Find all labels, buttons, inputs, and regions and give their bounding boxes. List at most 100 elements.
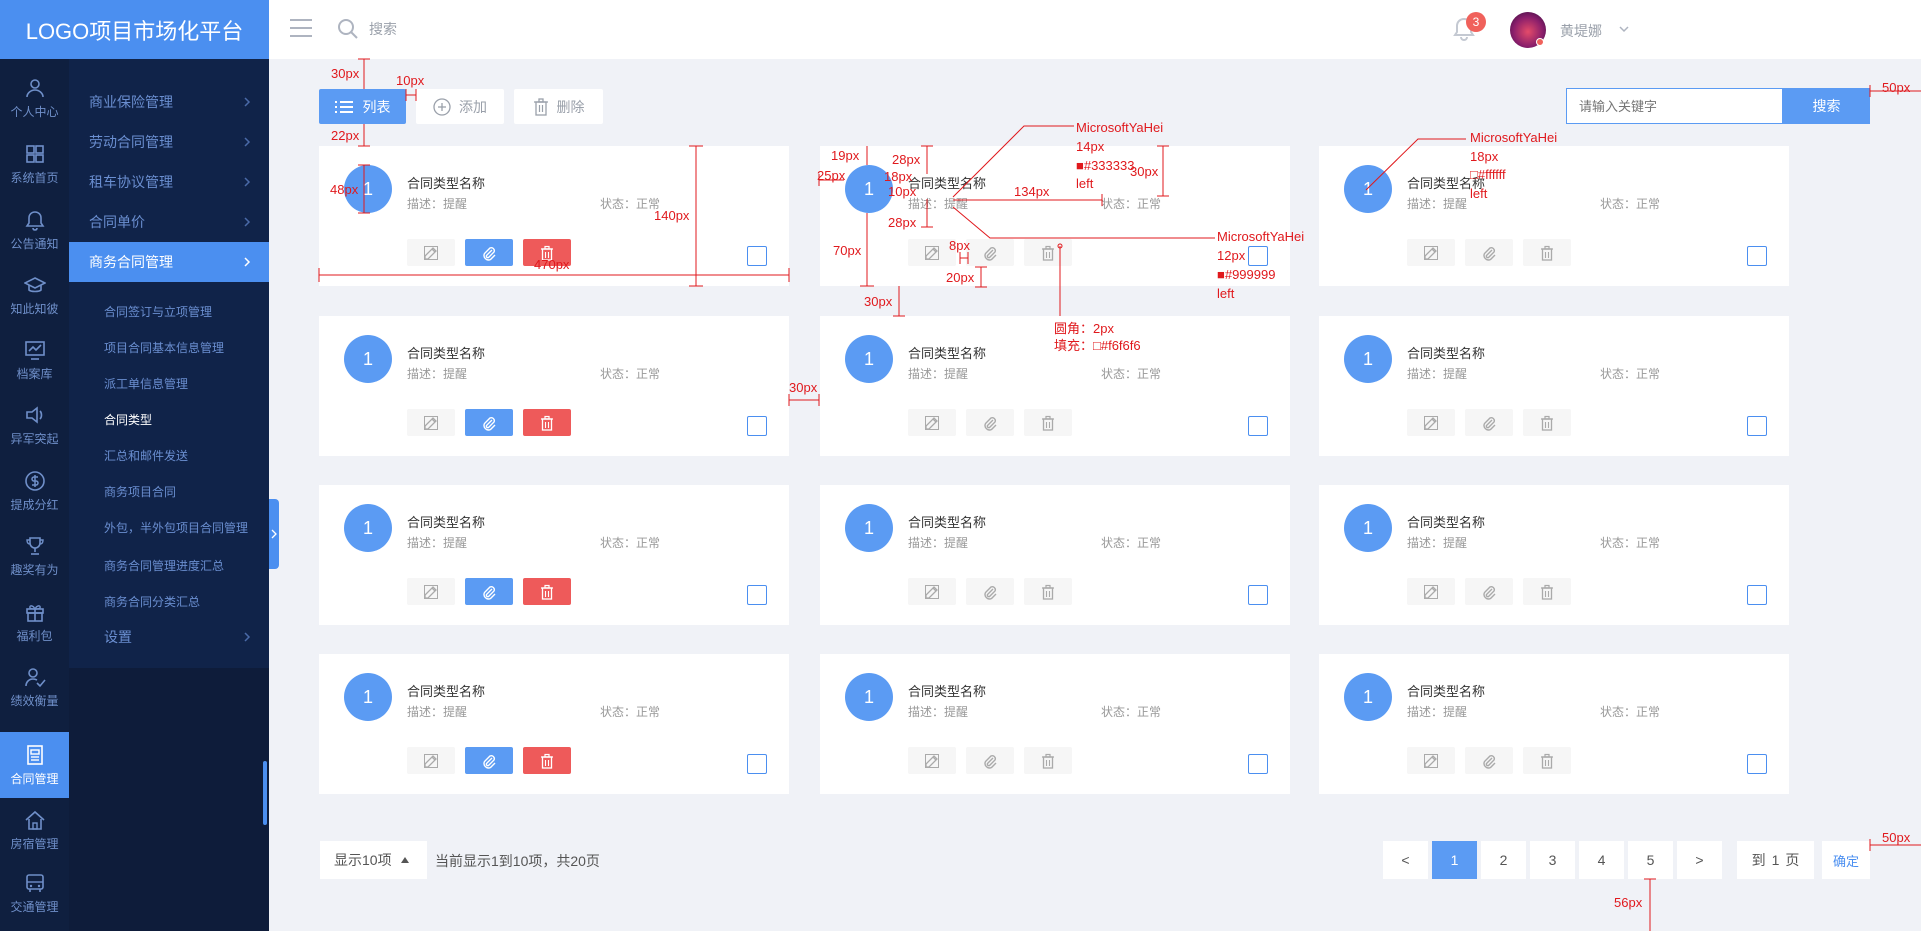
sidebar-collapse-handle[interactable] (269, 499, 279, 569)
subnav-item-business-contract[interactable]: 商务合同管理 (69, 242, 269, 282)
edit-button[interactable] (407, 239, 455, 266)
nav-item-11[interactable]: 房宿管理 (0, 797, 69, 863)
nav-item-10[interactable]: 合同管理 (0, 732, 69, 798)
attach-button[interactable] (465, 578, 513, 605)
delete-card-button[interactable] (1024, 747, 1072, 774)
delete-card-button[interactable] (1024, 409, 1072, 436)
search-icon[interactable] (337, 18, 359, 40)
brand-logo[interactable]: LOGO项目市场化平台 (0, 0, 269, 59)
subnav-item[interactable]: 合同单价 (69, 202, 269, 242)
username[interactable]: 黄堤娜 (1560, 21, 1602, 41)
contract-type-card[interactable]: 1 合同类型名称 描述：提醒 状态：正常 (820, 654, 1290, 794)
edit-button[interactable] (908, 578, 956, 605)
card-select-checkbox[interactable] (1747, 246, 1767, 266)
delete-card-button[interactable] (523, 409, 571, 436)
contract-type-card[interactable]: 1 合同类型名称 描述：提醒 状态：正常 (319, 316, 789, 456)
edit-button[interactable] (1407, 747, 1455, 774)
contract-type-card[interactable]: 1 合同类型名称 描述：提醒 状态：正常 (1319, 146, 1789, 286)
card-select-checkbox[interactable] (1747, 416, 1767, 436)
attach-button[interactable] (966, 747, 1014, 774)
delete-card-button[interactable] (1024, 239, 1072, 266)
attach-button[interactable] (465, 747, 513, 774)
contract-type-card[interactable]: 1 合同类型名称 描述：提醒 状态：正常 (1319, 316, 1789, 456)
nav-item-12[interactable]: 交通管理 (0, 860, 69, 926)
keyword-search-input[interactable] (1566, 88, 1783, 124)
subnav-child[interactable]: 商务合同分类汇总 (69, 583, 269, 619)
nav-item-5[interactable]: 异军突起 (0, 392, 69, 458)
page-button[interactable]: 4 (1579, 841, 1624, 879)
prev-page-button[interactable]: < (1383, 841, 1428, 879)
delete-card-button[interactable] (1523, 747, 1571, 774)
sidebar-scroll-indicator[interactable] (263, 761, 267, 825)
edit-button[interactable] (1407, 578, 1455, 605)
subnav-child[interactable]: 商务项目合同 (69, 473, 269, 509)
attach-button[interactable] (465, 409, 513, 436)
subnav-settings[interactable]: 设置 (69, 617, 269, 657)
attach-button[interactable] (1465, 747, 1513, 774)
contract-type-card[interactable]: 1 合同类型名称 描述：提醒 状态：正常 (820, 316, 1290, 456)
edit-button[interactable] (908, 409, 956, 436)
edit-button[interactable] (908, 747, 956, 774)
subnav-child[interactable]: 汇总和邮件发送 (69, 437, 269, 473)
card-select-checkbox[interactable] (747, 416, 767, 436)
nav-item-3[interactable]: 知此知彼 (0, 262, 69, 328)
subnav-child[interactable]: 合同签订与立项管理 (69, 293, 269, 329)
delete-card-button[interactable] (1024, 578, 1072, 605)
card-select-checkbox[interactable] (1248, 585, 1268, 605)
card-select-checkbox[interactable] (747, 754, 767, 774)
card-select-checkbox[interactable] (747, 585, 767, 605)
delete-card-button[interactable] (1523, 578, 1571, 605)
card-select-checkbox[interactable] (1747, 754, 1767, 774)
nav-item-1[interactable]: 系统首页 (0, 131, 69, 197)
card-select-checkbox[interactable] (1248, 416, 1268, 436)
card-select-checkbox[interactable] (747, 246, 767, 266)
nav-item-8[interactable]: 福利包 (0, 589, 69, 655)
subnav-item[interactable]: 商业保险管理 (69, 82, 269, 122)
card-select-checkbox[interactable] (1747, 585, 1767, 605)
nav-item-4[interactable]: 档案库 (0, 327, 69, 393)
add-button[interactable]: 添加 (416, 89, 504, 124)
page-button[interactable]: 3 (1530, 841, 1575, 879)
nav-item-7[interactable]: 趣奖有为 (0, 523, 69, 589)
page-button[interactable]: 5 (1628, 841, 1673, 879)
delete-button[interactable]: 删除 (514, 89, 603, 124)
contract-type-card[interactable]: 1 合同类型名称 描述：提醒 状态：正常 (319, 485, 789, 625)
hamburger-menu-icon[interactable] (290, 19, 312, 39)
subnav-item[interactable]: 劳动合同管理 (69, 122, 269, 162)
next-page-button[interactable]: > (1677, 841, 1722, 879)
nav-item-0[interactable]: 个人中心 (0, 65, 69, 131)
goto-confirm-button[interactable]: 确定 (1822, 841, 1870, 879)
delete-card-button[interactable] (1523, 409, 1571, 436)
attach-button[interactable] (1465, 578, 1513, 605)
subnav-child[interactable]: 外包，半外包项目合同管理 (69, 509, 269, 545)
subnav-child-current[interactable]: 合同类型 (69, 401, 269, 437)
contract-type-card[interactable]: 1 合同类型名称 描述：提醒 状态：正常 (820, 485, 1290, 625)
subnav-item[interactable]: 租车协议管理 (69, 162, 269, 202)
attach-button[interactable] (465, 239, 513, 266)
subnav-child[interactable]: 项目合同基本信息管理 (69, 329, 269, 365)
edit-button[interactable] (407, 409, 455, 436)
attach-button[interactable] (966, 239, 1014, 266)
delete-card-button[interactable] (523, 578, 571, 605)
attach-button[interactable] (1465, 409, 1513, 436)
page-button[interactable]: 2 (1481, 841, 1526, 879)
subnav-child[interactable]: 派工单信息管理 (69, 365, 269, 401)
edit-button[interactable] (407, 578, 455, 605)
card-select-checkbox[interactable] (1248, 754, 1268, 774)
nav-item-6[interactable]: 提成分红 (0, 458, 69, 524)
nav-item-9[interactable]: 绩效衡量 (0, 654, 69, 720)
edit-button[interactable] (407, 747, 455, 774)
delete-card-button[interactable] (1523, 239, 1571, 266)
subnav-child[interactable]: 商务合同管理进度汇总 (69, 547, 269, 583)
card-select-checkbox[interactable] (1248, 246, 1268, 266)
attach-button[interactable] (1465, 239, 1513, 266)
contract-type-card[interactable]: 1 合同类型名称 描述：提醒 状态：正常 (1319, 485, 1789, 625)
chevron-down-icon[interactable] (1618, 23, 1630, 35)
goto-page-input[interactable]: 1 (1772, 852, 1780, 868)
edit-button[interactable] (1407, 409, 1455, 436)
delete-card-button[interactable] (523, 747, 571, 774)
header-search-input[interactable]: 搜索 (369, 19, 397, 39)
edit-button[interactable] (1407, 239, 1455, 266)
page-button-current[interactable]: 1 (1432, 841, 1477, 879)
delete-card-button[interactable] (523, 239, 571, 266)
